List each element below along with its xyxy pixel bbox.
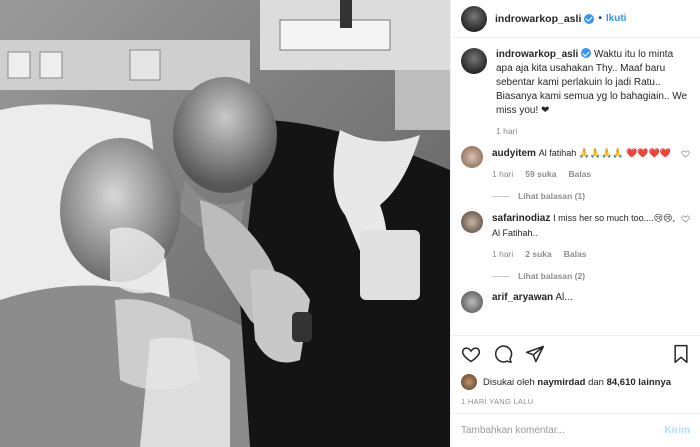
post-sidebar: indrowarkop_asli • Ikuti indrowarkop_asl… <box>450 0 700 447</box>
commenter-avatar[interactable] <box>461 211 483 233</box>
comment-username[interactable]: arif_aryawan <box>492 292 553 303</box>
action-bar <box>451 335 700 371</box>
instagram-post: indrowarkop_asli • Ikuti indrowarkop_asl… <box>0 0 700 447</box>
liker-avatar[interactable] <box>461 374 477 390</box>
comment-item: arif_aryawan Al... <box>461 291 690 313</box>
caption-avatar[interactable] <box>461 48 487 74</box>
share-icon[interactable] <box>525 344 545 364</box>
view-replies-button[interactable]: Lihat balasan (1) <box>492 189 675 203</box>
add-comment-bar: Kirim <box>451 413 700 447</box>
comments-list[interactable]: indrowarkop_asli Waktu itu lo minta apa … <box>451 38 700 335</box>
comment-icon[interactable] <box>493 344 513 364</box>
verified-icon <box>581 48 592 58</box>
comment-input[interactable] <box>461 425 665 436</box>
comment-time[interactable]: 1 hari <box>492 247 513 261</box>
follow-button[interactable]: Ikuti <box>606 13 627 24</box>
post-photo[interactable] <box>0 0 450 447</box>
caption: indrowarkop_asli Waktu itu lo minta apa … <box>461 48 690 138</box>
author-username[interactable]: indrowarkop_asli <box>495 13 581 25</box>
author-avatar[interactable] <box>461 5 487 32</box>
header-separator: • <box>598 13 602 24</box>
liker-username[interactable]: naymirdad <box>537 377 585 388</box>
commenter-avatar[interactable] <box>461 146 483 168</box>
comment-likes[interactable]: 2 suka <box>525 247 551 261</box>
commenter-avatar[interactable] <box>461 291 483 313</box>
caption-username[interactable]: indrowarkop_asli <box>496 49 578 60</box>
reply-button[interactable]: Balas <box>564 247 587 261</box>
view-replies-button[interactable]: Lihat balasan (2) <box>492 269 675 283</box>
bookmark-icon[interactable] <box>672 344 690 364</box>
send-button[interactable]: Kirim <box>664 425 690 436</box>
likes-count[interactable]: 84,610 lainnya <box>607 377 671 388</box>
heart-icon[interactable] <box>681 149 690 158</box>
comment-time[interactable]: 1 hari <box>492 167 513 181</box>
comment-text: Al fatihah 🙏🙏🙏🙏 ❤️❤️❤️❤️ <box>538 148 671 158</box>
comment-item: audyitem Al fatihah 🙏🙏🙏🙏 ❤️❤️❤️❤️ 1 hari… <box>461 146 690 203</box>
liked-by: Disukai oleh naymirdad dan 84,610 lainny… <box>451 371 700 393</box>
verified-icon <box>584 13 595 24</box>
heart-icon[interactable] <box>461 344 481 364</box>
caption-time[interactable]: 1 hari <box>496 124 517 138</box>
heart-icon[interactable] <box>681 214 690 223</box>
comment-text: Al... <box>555 292 573 303</box>
liked-by-middle: dan <box>588 376 604 388</box>
comment-likes[interactable]: 59 suka <box>525 167 556 181</box>
post-timestamp[interactable]: 1 HARI YANG LALU <box>451 393 700 413</box>
post-header: indrowarkop_asli • Ikuti <box>451 0 700 38</box>
comment-item: safarinodiaz I miss her so much too....😢… <box>461 211 690 283</box>
photo-illustration <box>0 0 450 447</box>
reply-button[interactable]: Balas <box>568 167 591 181</box>
liked-by-prefix: Disukai oleh <box>483 376 535 388</box>
comment-username[interactable]: audyitem <box>492 148 536 159</box>
comment-username[interactable]: safarinodiaz <box>492 213 550 224</box>
